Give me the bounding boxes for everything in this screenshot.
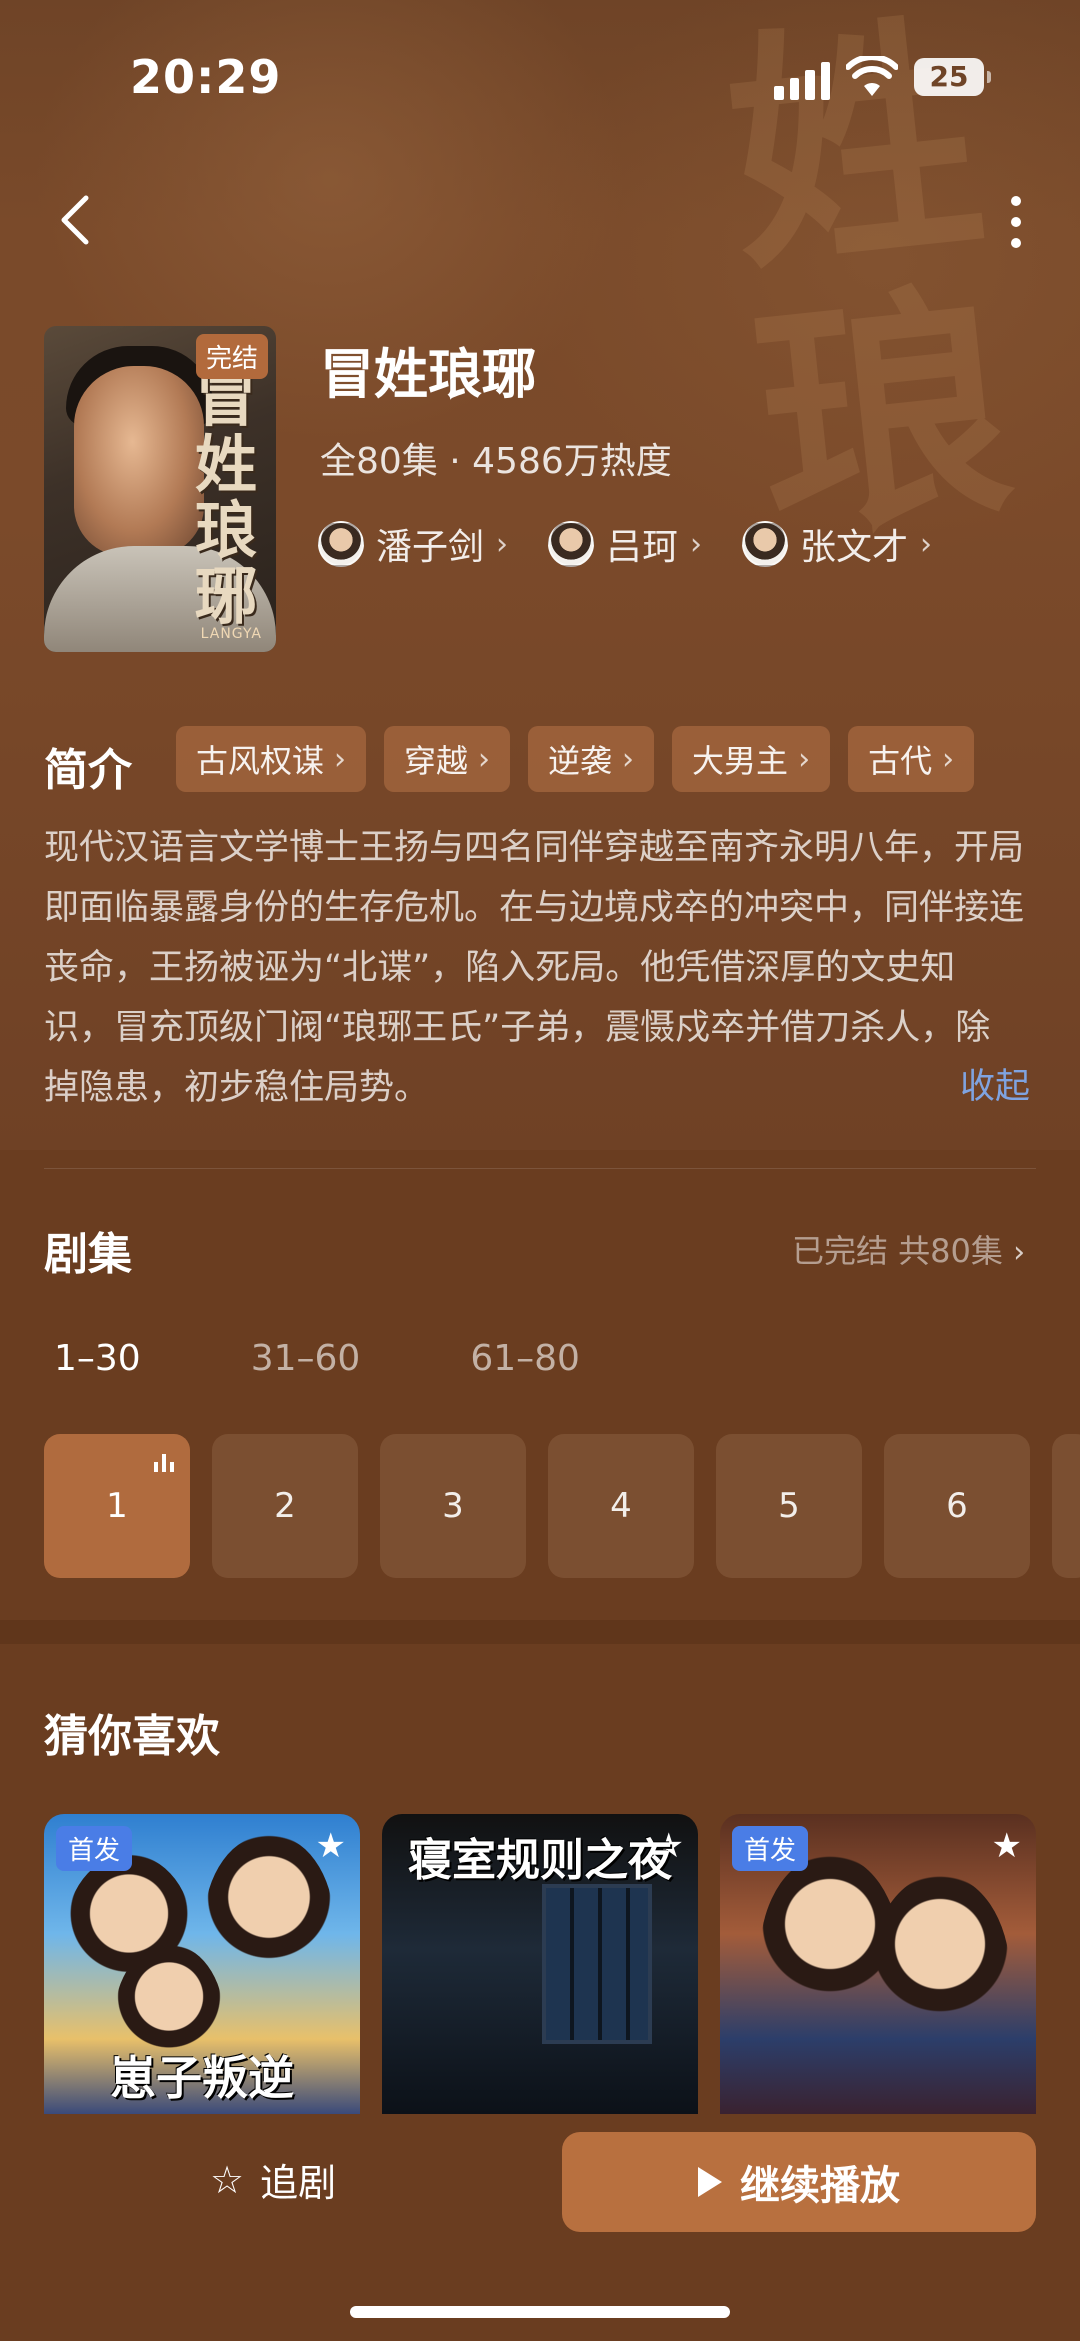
now-playing-icon — [154, 1454, 174, 1472]
synopsis-text: 现代汉语言文学博士王扬与四名同伴穿越至南齐永明八年，开局即面临暴露身份的生存危机… — [44, 828, 1025, 1108]
episodes-status: 已完结 共80集 — [792, 1232, 1003, 1270]
more-options-icon[interactable] — [996, 190, 1036, 254]
range-tab[interactable]: 1–30 — [54, 1338, 141, 1379]
episode-number: 4 — [610, 1486, 632, 1526]
card-art — [204, 1834, 334, 2014]
avatar — [548, 521, 595, 567]
range-tab[interactable]: 31–60 — [251, 1338, 361, 1379]
follow-button[interactable]: ☆ 追剧 — [210, 2152, 336, 2207]
episode-number: 6 — [946, 1486, 968, 1526]
genre-tag[interactable]: 古风权谋 › — [176, 726, 367, 792]
episode-button[interactable]: 2 — [212, 1434, 358, 1578]
wifi-icon — [846, 56, 898, 96]
continue-play-button[interactable]: 继续播放 — [562, 2132, 1036, 2232]
episode-button-partial[interactable] — [1052, 1434, 1080, 1578]
card-art — [542, 1884, 652, 2044]
episode-number: 1 — [106, 1486, 128, 1526]
recommend-list: 首发 ★ 崽子叛逆 ★ 寝室规则之夜 首发 ★ — [44, 1814, 1036, 2114]
genre-tag[interactable]: 逆袭 › — [528, 726, 655, 792]
episode-range-tabs: 1–30 31–60 61–80 — [54, 1338, 580, 1379]
episode-list: 1 2 3 4 5 6 — [44, 1434, 1080, 1578]
episode-number: 3 — [442, 1486, 464, 1526]
recommend-card[interactable]: ★ 寝室规则之夜 — [382, 1814, 698, 2114]
chevron-right-icon: › — [690, 526, 703, 562]
poster-title: 冒姓琅琊 — [194, 362, 257, 633]
cellular-signal-icon — [774, 60, 830, 100]
card-art — [870, 1874, 1010, 2074]
premiere-badge: 首发 — [732, 1826, 809, 1871]
tag-label: 古代 — [868, 742, 933, 780]
home-indicator — [350, 2306, 730, 2318]
chevron-right-icon: › — [1013, 1235, 1026, 1270]
actor-list: 潘子剑 › 吕珂 › 张文才 › — [318, 518, 932, 570]
back-arrow-icon[interactable] — [48, 190, 108, 250]
episode-number: 5 — [778, 1486, 800, 1526]
section-separator — [0, 1620, 1080, 1644]
tag-label: 大男主 — [692, 742, 789, 780]
episodes-status-link[interactable]: 已完结 共80集 › — [792, 1226, 1025, 1272]
episode-number: 2 — [274, 1486, 296, 1526]
actor-name: 吕珂 — [606, 527, 679, 568]
tag-label: 古风权谋 — [196, 742, 325, 780]
actor-name: 张文才 — [800, 527, 909, 568]
status-time: 20:29 — [130, 50, 282, 104]
avatar — [318, 521, 364, 567]
tag-label: 穿越 — [404, 742, 469, 780]
chevron-right-icon: › — [622, 741, 635, 777]
episode-button[interactable]: 1 — [44, 1434, 190, 1578]
drama-meta: 全80集 · 4586万热度 — [320, 441, 672, 482]
star-outline-icon: ☆ — [210, 2157, 245, 2202]
collapse-link[interactable]: 收起 — [960, 1058, 1030, 1109]
drama-title: 冒姓琅琊 — [320, 343, 536, 406]
completed-badge: 完结 — [195, 334, 268, 379]
star-icon: ★ — [315, 1826, 346, 1866]
card-caption: 崽子叛逆 — [110, 2051, 294, 2105]
recommend-card[interactable]: 首发 ★ 崽子叛逆 — [44, 1814, 360, 2114]
recommend-card[interactable]: 首发 ★ — [720, 1814, 1036, 2114]
follow-label: 追剧 — [260, 2161, 337, 2205]
recommend-heading: 猜你喜欢 — [44, 1711, 220, 1762]
genre-tag[interactable]: 穿越 › — [384, 726, 511, 792]
actor-link[interactable]: 吕珂 › — [548, 518, 702, 570]
play-label: 继续播放 — [740, 2163, 900, 2209]
actor-name: 潘子剑 — [376, 527, 485, 568]
genre-tags: 古风权谋 › 穿越 › 逆袭 › 大男主 › 古代 › — [176, 726, 975, 792]
play-icon — [698, 2167, 722, 2197]
star-icon: ★ — [991, 1826, 1022, 1866]
chevron-right-icon: › — [942, 741, 955, 777]
episodes-heading: 剧集 — [44, 1229, 132, 1280]
chevron-right-icon: › — [478, 741, 491, 777]
chevron-right-icon: › — [920, 526, 933, 562]
avatar — [742, 521, 789, 567]
range-tab[interactable]: 61–80 — [470, 1338, 580, 1379]
chevron-right-icon: › — [798, 741, 811, 777]
chevron-right-icon: › — [496, 526, 509, 562]
episode-button[interactable]: 6 — [884, 1434, 1030, 1578]
poster-subtitle: LANGYA — [200, 626, 262, 642]
tag-label: 逆袭 — [548, 742, 613, 780]
episode-button[interactable]: 3 — [380, 1434, 526, 1578]
episode-button[interactable]: 5 — [716, 1434, 862, 1578]
battery-icon: 25 — [914, 58, 991, 96]
premiere-badge: 首发 — [56, 1826, 133, 1871]
genre-tag[interactable]: 大男主 › — [672, 726, 831, 792]
card-caption: 寝室规则之夜 — [408, 1835, 672, 1886]
episode-button[interactable]: 4 — [548, 1434, 694, 1578]
divider — [44, 1168, 1036, 1169]
drama-poster[interactable]: 冒姓琅琊 完结 LANGYA — [44, 326, 276, 652]
genre-tag[interactable]: 古代 › — [848, 726, 975, 792]
poster-face — [74, 366, 204, 556]
actor-link[interactable]: 张文才 › — [742, 518, 932, 570]
actor-link[interactable]: 潘子剑 › — [318, 518, 508, 570]
intro-heading: 简介 — [44, 745, 132, 796]
chevron-right-icon: › — [334, 741, 347, 777]
